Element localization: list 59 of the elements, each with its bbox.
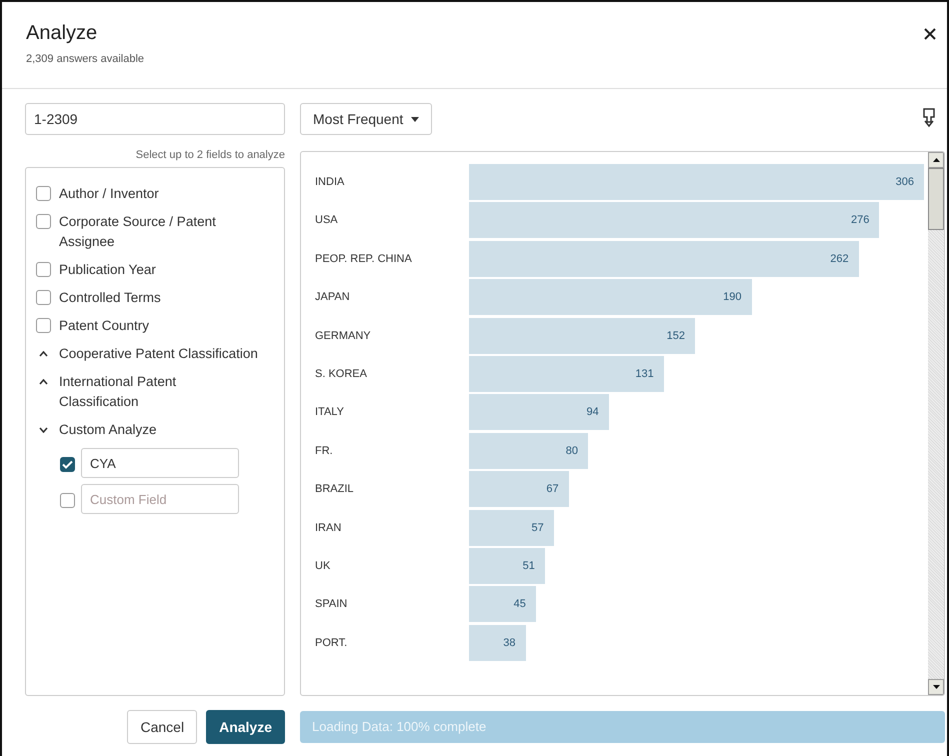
- analyze-button[interactable]: Analyze: [206, 710, 285, 744]
- category-label: PEOP. REP. CHINA: [314, 252, 413, 265]
- caret-icon[interactable]: [39, 379, 48, 385]
- field-label: Corporate Source / Patent Assignee: [59, 213, 217, 251]
- value-label: 51: [522, 560, 535, 572]
- category-label: ITALY: [314, 406, 345, 418]
- scroll-down-icon[interactable]: [932, 685, 940, 689]
- checkbox[interactable]: [60, 456, 75, 472]
- field-label: Author / Inventor: [59, 185, 159, 203]
- custom-field-input[interactable]: CYA: [81, 448, 239, 478]
- caret-icon: [411, 116, 420, 122]
- value-label: 190: [723, 291, 742, 304]
- checkbox[interactable]: [36, 186, 51, 201]
- caret-icon[interactable]: [39, 351, 48, 357]
- field-label: Patent Country: [59, 317, 150, 335]
- value-label: 45: [514, 598, 526, 610]
- checkbox[interactable]: [36, 262, 51, 277]
- category-label: UK: [314, 560, 332, 572]
- scrollbar[interactable]: [928, 152, 944, 695]
- checkbox[interactable]: [60, 492, 75, 508]
- scroll-thumb[interactable]: [928, 168, 944, 230]
- cancel-button[interactable]: Cancel: [127, 710, 198, 744]
- category-label: FR.: [314, 444, 334, 457]
- category-label: SPAIN: [314, 598, 348, 610]
- value-label: 67: [546, 483, 559, 496]
- group-label[interactable]: Custom Analyze: [59, 420, 157, 440]
- progress-label: Loading Data: 100% complete: [312, 719, 486, 734]
- field-label: Publication Year: [59, 261, 156, 279]
- value-label: 80: [566, 444, 578, 457]
- fields-hint: Select up to 2 fields to analyze: [134, 149, 285, 161]
- value-label: 94: [586, 406, 599, 418]
- scroll-up-icon[interactable]: [932, 158, 940, 162]
- value-label: 262: [830, 252, 849, 265]
- group-label[interactable]: International Patent Classification: [59, 372, 258, 412]
- value-label: 131: [635, 368, 654, 380]
- category-label: INDIA: [314, 176, 346, 188]
- group-label[interactable]: Cooperative Patent Classification: [59, 344, 258, 364]
- checkbox[interactable]: [36, 318, 51, 333]
- category-label: USA: [314, 214, 339, 226]
- value-label: 276: [851, 214, 870, 226]
- sort-dropdown[interactable]: Most Frequent: [300, 103, 432, 135]
- field-label: Controlled Terms: [59, 289, 161, 307]
- checkbox[interactable]: [36, 214, 51, 229]
- category-label: IRAN: [314, 522, 342, 534]
- value-label: 57: [532, 522, 544, 534]
- category-label: PORT.: [314, 636, 348, 649]
- range-input[interactable]: 1-2309: [25, 103, 285, 135]
- value-label: 38: [503, 636, 516, 649]
- dialog-title: Analyze: [26, 22, 98, 45]
- caret-icon[interactable]: [39, 427, 48, 433]
- category-label: S. KOREA: [314, 368, 368, 380]
- answers-count: 2,309 answers available: [26, 53, 146, 65]
- category-label: JAPAN: [314, 291, 351, 304]
- category-label: BRAZIL: [314, 483, 355, 496]
- checkbox[interactable]: [36, 290, 51, 305]
- value-label: 306: [896, 176, 914, 188]
- value-label: 152: [666, 330, 685, 342]
- category-label: GERMANY: [314, 330, 372, 342]
- custom-field-input[interactable]: Custom Field: [81, 484, 239, 514]
